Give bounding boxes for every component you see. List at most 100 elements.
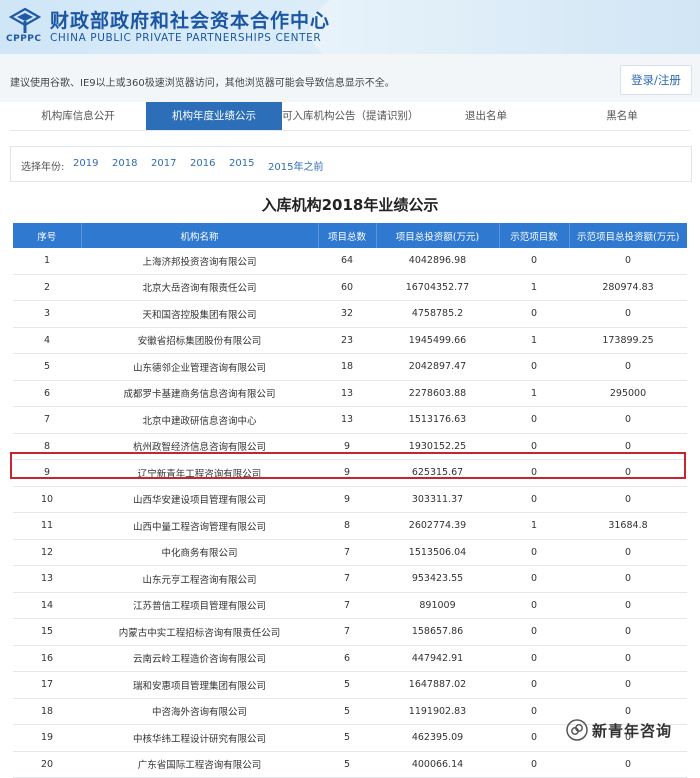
cell-demo-count: 1 [499,274,569,301]
table-row: 14 江苏普信工程项目管理有限公司 7 891009 0 0 [13,592,687,619]
performance-table: 序号 机构名称 项目总数 项目总投资额(万元) 示范项目数 示范项目总投资额(万… [13,223,687,778]
cell-name: 山西华安建设项目管理有限公司 [81,486,318,513]
cell-index: 19 [13,724,81,752]
cell-name: 瑞和安惠项目管理集团有限公司 [81,671,318,699]
cell-index: 18 [13,698,81,725]
cell-name: 中咨海外咨询有限公司 [81,698,318,725]
cell-project-count: 23 [318,327,376,354]
cpppc-logo-icon [8,7,42,33]
cell-index: 7 [13,406,81,434]
cell-index: 1 [13,248,81,275]
cell-project-count: 18 [318,353,376,381]
cell-total-investment: 1945499.66 [376,327,499,354]
year-link-2017[interactable]: 2017 [151,158,176,169]
cell-demo-investment: 0 [569,486,687,513]
year-link-2016[interactable]: 2016 [190,158,215,169]
tab-exit-list[interactable]: 退出名单 [418,102,554,130]
logo-text: CPPPC [6,34,42,44]
cell-project-count: 5 [318,671,376,699]
cell-demo-count: 0 [499,353,569,381]
year-link-before-2015[interactable]: 2015年之前 [268,158,323,173]
highlighted-row-outline [10,452,686,479]
cell-total-investment: 462395.09 [376,724,499,752]
table-row: 15 内蒙古中实工程招标咨询有限责任公司 7 158657.86 0 0 [13,618,687,646]
cell-name: 上海济邦投资咨询有限公司 [81,248,318,275]
cell-demo-investment: 31684.8 [569,512,687,540]
cell-name: 天和国咨控股集团有限公司 [81,300,318,328]
cell-project-count: 9 [318,486,376,513]
cell-name: 安徽省招标集团股份有限公司 [81,327,318,354]
cell-project-count: 64 [318,248,376,275]
cell-demo-count: 1 [499,512,569,540]
cell-demo-count: 0 [499,539,569,566]
table-row: 11 山西中量工程咨询管理有限公司 8 2602774.39 1 31684.8 [13,512,687,540]
cell-project-count: 32 [318,300,376,328]
table-row: 2 北京大岳咨询有限责任公司 60 16704352.77 1 280974.83 [13,274,687,301]
table-row: 6 成都罗卡基建商务信息咨询有限公司 13 2278603.88 1 295000 [13,380,687,407]
cell-total-investment: 2278603.88 [376,380,499,407]
cell-total-investment: 953423.55 [376,565,499,593]
cell-project-count: 5 [318,724,376,752]
cell-total-investment: 158657.86 [376,618,499,646]
cell-index: 16 [13,645,81,672]
cell-total-investment: 2602774.39 [376,512,499,540]
cell-demo-count: 0 [499,248,569,275]
cell-index: 3 [13,300,81,328]
cell-project-count: 5 [318,698,376,725]
cell-name: 山东元亨工程咨询有限公司 [81,565,318,593]
cell-name: 山西中量工程咨询管理有限公司 [81,512,318,540]
cell-total-investment: 4042896.98 [376,248,499,275]
cell-total-investment: 1191902.83 [376,698,499,725]
year-link-2015[interactable]: 2015 [229,158,254,169]
cell-project-count: 7 [318,618,376,646]
table-row: 3 天和国咨控股集团有限公司 32 4758785.2 0 0 [13,300,687,328]
table-row: 5 山东德邻企业管理咨询有限公司 18 2042897.47 0 0 [13,353,687,381]
cell-demo-count: 0 [499,565,569,593]
tab-annual-performance[interactable]: 机构年度业绩公示 [146,102,282,130]
column-header-index: 序号 [13,223,82,248]
wechat-official-account-icon [566,719,588,741]
cell-project-count: 7 [318,539,376,566]
cell-project-count: 7 [318,565,376,593]
tab-institution-info[interactable]: 机构库信息公开 [10,102,146,130]
cell-demo-investment: 0 [569,300,687,328]
table-header-row: 序号 机构名称 项目总数 项目总投资额(万元) 示范项目数 示范项目总投资额(万… [13,223,687,248]
table-row: 20 广东省国际工程咨询有限公司 5 400066.14 0 0 [13,751,687,778]
column-header-demo-investment: 示范项目总投资额(万元) [569,223,687,248]
site-subtitle: CHINA PUBLIC PRIVATE PARTNERSHIPS CENTER [50,32,322,44]
cell-demo-count: 1 [499,327,569,354]
tab-bar: 机构库信息公开 机构年度业绩公示 可入库机构公告（提请识别） 退出名单 黑名单 [10,102,690,131]
cell-name: 中核华纬工程设计研究有限公司 [81,724,318,752]
table-row: 13 山东元亨工程咨询有限公司 7 953423.55 0 0 [13,565,687,593]
cell-name: 广东省国际工程咨询有限公司 [81,751,318,778]
cell-demo-count: 0 [499,645,569,672]
cell-project-count: 7 [318,592,376,619]
login-register-button[interactable]: 登录/注册 [620,65,692,95]
cell-name: 北京大岳咨询有限责任公司 [81,274,318,301]
cell-total-investment: 1647887.02 [376,671,499,699]
table-row: 7 北京中建政研信息咨询中心 13 1513176.63 0 0 [13,406,687,434]
cell-demo-investment: 0 [569,565,687,593]
cell-demo-count: 0 [499,698,569,725]
cell-total-investment: 1513176.63 [376,406,499,434]
cell-project-count: 13 [318,406,376,434]
cell-index: 11 [13,512,81,540]
cell-index: 17 [13,671,81,699]
tab-blacklist[interactable]: 黑名单 [554,102,690,130]
cell-total-investment: 447942.91 [376,645,499,672]
cell-demo-count: 0 [499,406,569,434]
table-row: 12 中化商务有限公司 7 1513506.04 0 0 [13,539,687,566]
year-link-2018[interactable]: 2018 [112,158,137,169]
cell-index: 14 [13,592,81,619]
cell-total-investment: 16704352.77 [376,274,499,301]
table-body: 1 上海济邦投资咨询有限公司 64 4042896.98 0 0 2 北京大岳咨询有限责任公司… [13,248,687,778]
cell-index: 12 [13,539,81,566]
cell-demo-investment: 0 [569,645,687,672]
year-link-2019[interactable]: 2019 [73,158,98,169]
site-title[interactable]: 财政部政府和社会资本合作中心 [50,6,330,33]
cell-demo-investment: 0 [569,618,687,646]
tab-eligible-institutions[interactable]: 可入库机构公告（提请识别） [282,102,419,130]
table-row: 4 安徽省招标集团股份有限公司 23 1945499.66 1 173899.25 [13,327,687,354]
cell-total-investment: 303311.37 [376,486,499,513]
cell-demo-investment: 0 [569,592,687,619]
